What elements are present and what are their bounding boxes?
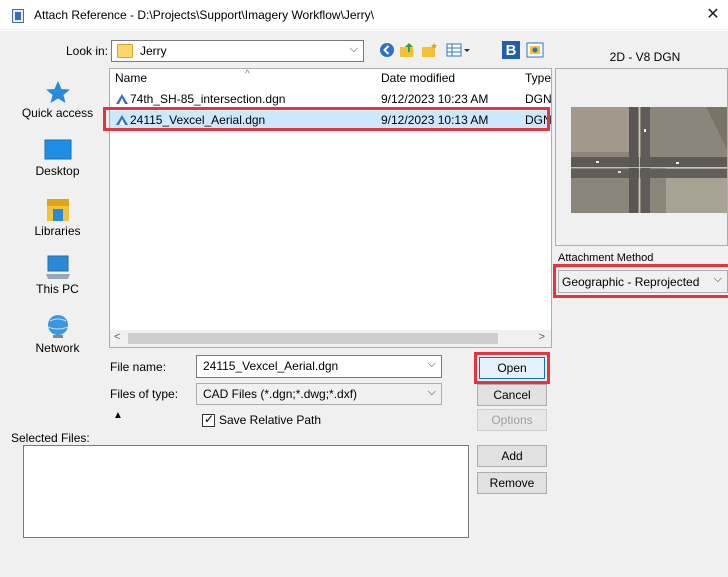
new-folder-icon[interactable] xyxy=(419,39,441,61)
file-date: 9/12/2023 10:23 AM xyxy=(381,92,489,106)
place-network[interactable]: Network xyxy=(10,313,105,355)
lookin-label: Look in: xyxy=(65,44,108,58)
filename-value: 24115_Vexcel_Aerial.dgn xyxy=(203,359,339,373)
scroll-right-icon[interactable]: > xyxy=(539,331,545,343)
place-libraries[interactable]: Libraries xyxy=(10,196,105,238)
file-name: 74th_SH-85_intersection.dgn xyxy=(130,92,286,106)
up-folder-icon[interactable] xyxy=(397,39,419,61)
filename-combo[interactable]: 24115_Vexcel_Aerial.dgn ⌵ xyxy=(196,355,442,378)
back-icon[interactable] xyxy=(376,39,398,61)
lookin-value: Jerry xyxy=(140,44,167,58)
attachment-method-label: Attachment Method xyxy=(558,252,654,261)
file-row[interactable]: 74th_SH-85_intersection.dgn 9/12/2023 10… xyxy=(110,90,552,108)
place-label: This PC xyxy=(36,282,79,296)
column-header-date[interactable]: Date modified xyxy=(381,71,511,89)
column-header-type[interactable]: Type xyxy=(525,71,555,89)
place-this-pc[interactable]: This PC xyxy=(10,254,105,296)
lookin-combo[interactable]: Jerry ⌵ xyxy=(111,40,364,62)
chevron-down-icon[interactable]: ⌵ xyxy=(428,358,436,371)
chevron-down-icon[interactable]: ⌵ xyxy=(428,386,436,399)
place-label: Quick access xyxy=(21,106,94,120)
save-relative-checkbox[interactable] xyxy=(202,412,215,427)
column-header-name[interactable]: Name ^ xyxy=(115,69,375,89)
place-quick-access[interactable]: Quick access xyxy=(10,78,105,120)
place-label: Libraries xyxy=(34,224,81,238)
cancel-button[interactable]: Cancel xyxy=(477,384,547,406)
highlight-attachment-method xyxy=(553,264,728,298)
view-menu-icon[interactable] xyxy=(444,39,474,61)
selected-files-list[interactable] xyxy=(23,445,469,538)
close-icon[interactable]: ✕ xyxy=(703,4,723,24)
add-button[interactable]: Add xyxy=(477,445,547,467)
window-title: Attach Reference - D:\Projects\Support\I… xyxy=(34,8,374,22)
expand-up-icon[interactable]: ▲ xyxy=(113,410,123,421)
place-label: Desktop xyxy=(35,164,80,178)
preview-type-label: 2D - V8 DGN xyxy=(609,50,681,64)
preview-toggle-icon[interactable] xyxy=(524,39,546,61)
selected-files-label: Selected Files: xyxy=(11,431,90,445)
preview-frame xyxy=(555,68,728,246)
bentley-b-icon[interactable]: B xyxy=(500,39,522,61)
remove-button[interactable]: Remove xyxy=(477,472,547,494)
chevron-down-icon[interactable]: ⌵ xyxy=(350,43,358,56)
network-icon xyxy=(42,313,74,341)
place-label: Network xyxy=(35,341,80,355)
dgn-file-icon xyxy=(116,94,128,104)
scrollbar-thumb[interactable] xyxy=(128,333,498,344)
highlight-open-button xyxy=(474,352,550,384)
title-bar: Attach Reference - D:\Projects\Support\I… xyxy=(0,0,728,30)
folder-icon xyxy=(117,44,133,58)
filetype-label: Files of type: xyxy=(110,387,179,401)
highlight-selected-file xyxy=(103,107,550,131)
desktop-icon xyxy=(42,136,74,164)
libraries-icon xyxy=(42,196,74,224)
scroll-left-icon[interactable]: < xyxy=(114,331,120,343)
aerial-preview-image xyxy=(556,69,727,245)
app-icon xyxy=(12,9,24,23)
horizontal-scrollbar[interactable]: < > xyxy=(110,330,551,347)
filetype-combo[interactable]: CAD Files (*.dgn;*.dwg;*.dxf) ⌵ xyxy=(196,383,442,405)
place-desktop[interactable]: Desktop xyxy=(10,136,105,178)
filetype-value: CAD Files (*.dgn;*.dwg;*.dxf) xyxy=(203,387,358,401)
filename-label: File name: xyxy=(110,360,167,374)
computer-icon xyxy=(42,254,74,282)
sort-caret-icon: ^ xyxy=(245,69,250,80)
places-bar: Quick access Desktop Libraries This PC N… xyxy=(10,68,105,368)
save-relative-label: Save Relative Path xyxy=(219,413,322,427)
file-type: DGN xyxy=(525,92,552,106)
star-icon xyxy=(42,78,74,106)
options-button[interactable]: Options xyxy=(477,409,547,431)
svg-text:B: B xyxy=(506,42,517,59)
